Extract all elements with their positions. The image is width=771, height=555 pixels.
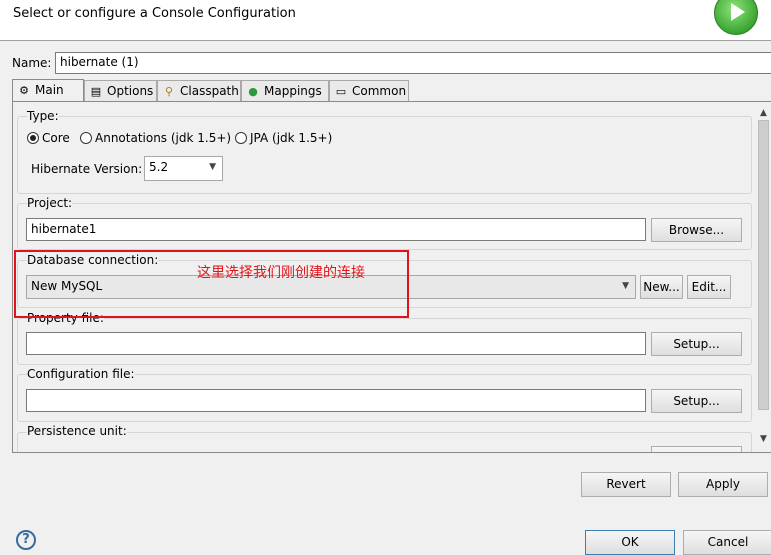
ok-button[interactable]: OK: [585, 530, 675, 555]
apply-button[interactable]: Apply: [678, 472, 768, 497]
property-file-input[interactable]: [26, 332, 646, 355]
help-icon[interactable]: ?: [16, 530, 36, 550]
mappings-icon: ●: [248, 85, 258, 98]
new-connection-button[interactable]: New...: [640, 275, 683, 299]
property-file-setup-button[interactable]: Setup...: [651, 332, 742, 356]
panel-scrollbar[interactable]: ▲ ▼: [756, 102, 771, 452]
chevron-down-icon: ▼: [209, 162, 216, 172]
type-group: [17, 116, 752, 194]
revert-button[interactable]: Revert: [581, 472, 671, 497]
annotation-highlight-box: [14, 250, 409, 318]
configuration-file-setup-button[interactable]: Setup...: [651, 389, 742, 413]
common-icon: ▭: [335, 85, 347, 98]
classpath-icon: ⚲: [164, 85, 174, 98]
run-icon: [714, 0, 758, 35]
type-label: Type:: [27, 109, 59, 123]
scroll-up-icon[interactable]: ▲: [760, 108, 767, 118]
dialog-header: Select or configure a Console Configurat…: [0, 0, 771, 41]
configuration-file-label: Configuration file:: [27, 367, 135, 381]
radio-core-dot[interactable]: [27, 132, 39, 144]
browse-button[interactable]: Browse...: [651, 218, 742, 242]
chevron-down-icon: ▼: [622, 281, 629, 291]
radio-jpa-dot[interactable]: [235, 132, 247, 144]
hibernate-version-select[interactable]: 5.2 ▼: [144, 156, 223, 181]
configuration-file-input[interactable]: [26, 389, 646, 412]
cancel-button[interactable]: Cancel: [683, 530, 771, 555]
table-icon: ▤: [90, 85, 102, 98]
tab-main[interactable]: ⚙ Main: [12, 79, 84, 102]
radio-jpa[interactable]: JPA (jdk 1.5+): [235, 131, 332, 145]
tab-options[interactable]: ▤ Options: [84, 80, 157, 102]
tab-common[interactable]: ▭ Common: [329, 80, 409, 102]
project-input[interactable]: hibernate1: [26, 218, 646, 241]
scroll-down-icon[interactable]: ▼: [760, 434, 767, 444]
radio-annotations[interactable]: Annotations (jdk 1.5+): [80, 131, 231, 145]
persistence-unit-group: [17, 432, 752, 452]
dialog-title: Select or configure a Console Configurat…: [13, 6, 296, 21]
tab-mappings[interactable]: ● Mappings: [241, 80, 329, 102]
persistence-unit-button[interactable]: [651, 446, 742, 452]
tab-classpath[interactable]: ⚲ Classpath: [157, 80, 241, 102]
hibernate-icon: ⚙: [19, 84, 29, 97]
persistence-unit-label: Persistence unit:: [27, 424, 127, 438]
edit-connection-button[interactable]: Edit...: [687, 275, 731, 299]
radio-annotations-dot[interactable]: [80, 132, 92, 144]
scrollbar-thumb[interactable]: [758, 120, 769, 410]
name-input[interactable]: hibernate (1): [55, 52, 771, 74]
annotation-text: 这里选择我们刚创建的连接: [197, 265, 365, 281]
hibernate-version-label: Hibernate Version:: [31, 162, 143, 176]
project-label: Project:: [27, 196, 73, 210]
radio-core[interactable]: Core: [27, 131, 70, 145]
name-label: Name:: [12, 56, 52, 70]
